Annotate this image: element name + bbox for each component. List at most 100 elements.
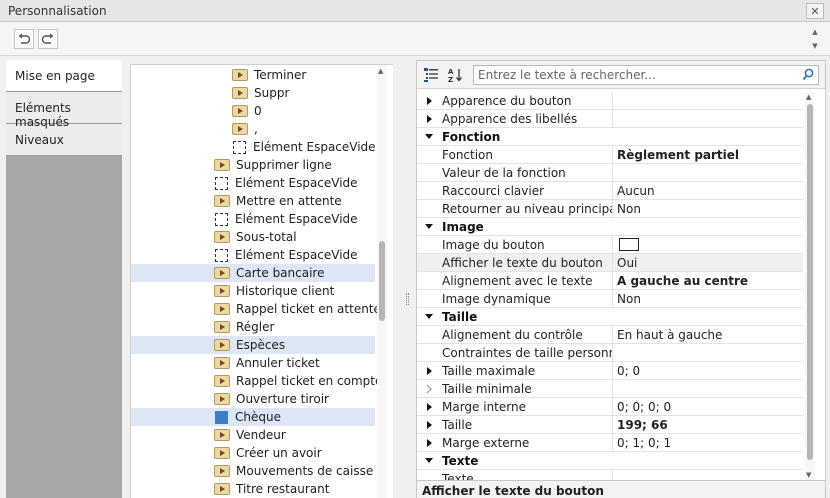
tree-item[interactable]: Annuler ticket: [131, 354, 375, 372]
tree-item[interactable]: Supprimer ligne: [131, 156, 375, 174]
property-category[interactable]: Taille: [417, 308, 803, 326]
column-divider[interactable]: [612, 164, 613, 182]
collapse-icon[interactable]: [425, 222, 433, 232]
scrollbar-thumb[interactable]: [807, 104, 813, 460]
property-row[interactable]: Fonction Règlement partiel: [417, 146, 803, 164]
property-row[interactable]: Taille 199; 66: [417, 416, 803, 434]
property-value[interactable]: Non: [617, 202, 803, 216]
property-category[interactable]: Texte: [417, 452, 803, 470]
tree-item[interactable]: 0: [131, 102, 375, 120]
scroll-up-icon[interactable]: ▲: [378, 67, 383, 75]
column-divider[interactable]: [612, 344, 613, 362]
property-value[interactable]: 0; 1; 0; 1: [617, 436, 803, 450]
tree-item[interactable]: Mouvements de caisse: [131, 462, 375, 480]
column-divider[interactable]: [612, 362, 613, 380]
property-row[interactable]: Image du bouton: [417, 236, 803, 254]
scroll-up-icon[interactable]: ▲: [812, 28, 817, 36]
search-icon[interactable]: [802, 68, 814, 82]
tree-item[interactable]: Historique client: [131, 282, 375, 300]
property-value[interactable]: Non: [617, 292, 803, 306]
column-divider[interactable]: [612, 182, 613, 200]
collapse-icon[interactable]: [425, 312, 433, 322]
expand-icon[interactable]: [425, 114, 433, 124]
column-divider[interactable]: [612, 236, 613, 254]
tree-item[interactable]: Espèces: [131, 336, 375, 354]
undo-button[interactable]: [14, 29, 34, 49]
property-row[interactable]: Alignement du contrôle En haut à gauche: [417, 326, 803, 344]
tab-mise-en-page[interactable]: Mise en page: [6, 60, 122, 92]
tree-item[interactable]: Rappel ticket en compte: [131, 372, 382, 390]
redo-button[interactable]: [38, 29, 58, 49]
column-divider[interactable]: [612, 380, 613, 398]
property-value[interactable]: 0; 0: [617, 364, 803, 378]
column-divider[interactable]: [612, 470, 613, 480]
column-divider[interactable]: [612, 290, 613, 308]
image-swatch[interactable]: [619, 238, 639, 251]
tab-elements-masques[interactable]: Eléments masqués: [6, 92, 122, 129]
property-row[interactable]: Texte: [417, 470, 803, 480]
tree-item[interactable]: Chèque: [131, 408, 375, 426]
property-value[interactable]: Oui: [617, 256, 803, 270]
expand-icon[interactable]: [425, 420, 433, 430]
splitter-grip-icon[interactable]: [406, 293, 409, 305]
property-scrollbar[interactable]: ▲ ▼: [805, 92, 815, 480]
property-row[interactable]: Apparence des libellés: [417, 110, 803, 128]
categorized-view-button[interactable]: [421, 65, 441, 85]
property-value[interactable]: A gauche au centre: [617, 274, 803, 288]
property-category[interactable]: Image: [417, 218, 803, 236]
close-button[interactable]: ✕: [806, 3, 824, 19]
search-input[interactable]: [474, 66, 794, 84]
collapse-icon[interactable]: [425, 456, 433, 466]
column-divider[interactable]: [612, 110, 613, 128]
expand-icon[interactable]: [425, 438, 433, 448]
property-value[interactable]: 0; 0; 0; 0: [617, 400, 803, 414]
alphabetical-view-button[interactable]: A Z: [445, 65, 465, 85]
property-value[interactable]: Règlement partiel: [617, 148, 803, 162]
tree-item[interactable]: Titre restaurant: [131, 480, 375, 498]
column-divider[interactable]: [612, 254, 613, 272]
scroll-up-icon[interactable]: ▲: [806, 93, 811, 101]
scroll-down-icon[interactable]: ▼: [812, 42, 817, 50]
property-value[interactable]: 199; 66: [617, 418, 803, 432]
tree-item[interactable]: Terminer: [131, 66, 375, 84]
property-row[interactable]: Raccourci clavier Aucun: [417, 182, 803, 200]
tree-item[interactable]: Suppr: [131, 84, 375, 102]
property-row[interactable]: Taille maximale 0; 0: [417, 362, 803, 380]
property-row[interactable]: Apparence du bouton: [417, 92, 803, 110]
tree-item[interactable]: Carte bancaire: [131, 264, 375, 282]
property-row[interactable]: Afficher le texte du bouton Oui: [417, 254, 803, 272]
property-row[interactable]: Retourner au niveau principal Non: [417, 200, 803, 218]
tree-item[interactable]: Rappel ticket en attente: [131, 300, 381, 318]
panel-splitter[interactable]: [404, 56, 412, 498]
toolbar-scroller[interactable]: ▲ ▼: [810, 28, 820, 50]
tree-item[interactable]: Créer un avoir: [131, 444, 375, 462]
tree-scrollbar[interactable]: ▲: [377, 65, 387, 498]
property-row[interactable]: Image dynamique Non: [417, 290, 803, 308]
tree-item[interactable]: ,: [131, 120, 375, 138]
tree-item[interactable]: Vendeur: [131, 426, 375, 444]
expand-icon[interactable]: [425, 96, 433, 106]
layout-tree[interactable]: Terminer Suppr 0, Elément EspaceVide Supprim…: [130, 64, 393, 498]
column-divider[interactable]: [612, 326, 613, 344]
property-value[interactable]: En haut à gauche: [617, 328, 803, 342]
property-search-box[interactable]: [473, 65, 819, 85]
tree-item[interactable]: Régler: [131, 318, 375, 336]
scrollbar-thumb[interactable]: [379, 241, 385, 321]
expand-icon[interactable]: [425, 384, 433, 394]
tree-item[interactable]: Elément EspaceVide: [131, 138, 376, 156]
property-value[interactable]: [617, 238, 803, 252]
property-row[interactable]: Marge externe 0; 1; 0; 1: [417, 434, 803, 452]
collapse-icon[interactable]: [425, 132, 433, 142]
tree-item[interactable]: Ouverture tiroir: [131, 390, 375, 408]
property-row[interactable]: Alignement avec le texte A gauche au cent…: [417, 272, 803, 290]
property-row[interactable]: Marge interne 0; 0; 0; 0: [417, 398, 803, 416]
property-value[interactable]: Aucun: [617, 184, 803, 198]
column-divider[interactable]: [612, 146, 613, 164]
property-row[interactable]: Contraintes de taille personnalisées: [417, 344, 803, 362]
column-divider[interactable]: [612, 416, 613, 434]
column-divider[interactable]: [612, 272, 613, 290]
tree-item[interactable]: Elément EspaceVide: [131, 174, 375, 192]
scroll-down-icon[interactable]: ▼: [806, 471, 811, 479]
property-row[interactable]: Taille minimale: [417, 380, 803, 398]
expand-icon[interactable]: [425, 402, 433, 412]
